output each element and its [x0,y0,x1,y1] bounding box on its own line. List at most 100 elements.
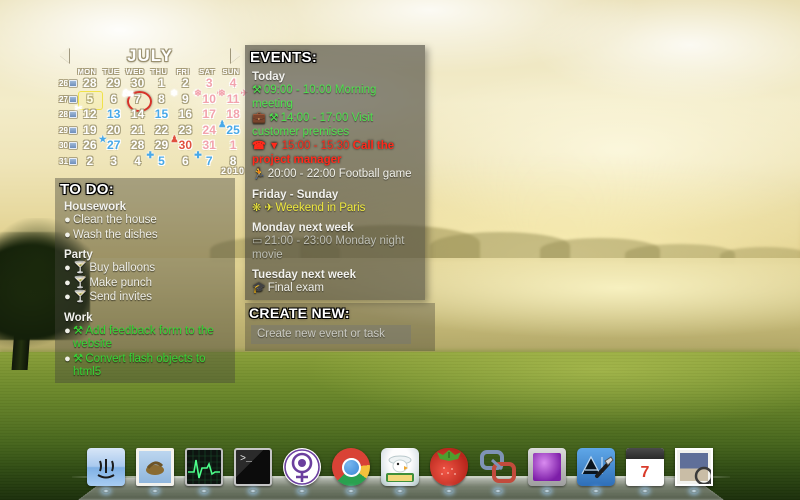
calendar-week-note-icon[interactable] [68,157,77,165]
calendar-week-number[interactable]: 31 [55,157,69,166]
dock-item-chicken-vnc[interactable] [380,446,420,493]
calendar-week-note-icon[interactable] [68,95,77,103]
dock-item-xcode[interactable] [576,446,616,493]
calendar-day-cell[interactable]: 21 [126,123,150,138]
calendar-day-cell[interactable]: 7 🏍 [123,88,152,112]
calendar-day-cell[interactable]: 11❄✈ [218,88,248,107]
event-item[interactable]: 🏃 20:00 - 22:00 Football game [252,168,418,182]
calendar-day-cell[interactable]: 28 [78,76,102,91]
todo-bullet-icon: ● [64,228,71,241]
calendar-day-number: 13 [107,107,121,122]
dock-running-indicator [396,489,404,493]
dock-item-display-preferences[interactable] [527,446,567,493]
calendar-day-cell[interactable]: 4 [126,154,150,169]
calendar-week-note-icon[interactable] [68,80,77,88]
calendar-day-number: 15 [154,107,169,122]
calendar-day-cell[interactable]: 30 ♟ [170,135,197,153]
calendar-day-number: 11 [226,91,240,106]
event-item[interactable]: 💼 ⚒ 14:00 - 17:00 Visit customer premises [252,112,418,139]
calendar-day-number: 29 [107,76,121,91]
calendar-week-row: 27 5 6 7🏍 8 9❄✈10❄✈11❄✈ [55,88,248,112]
calendar-day-cell[interactable]: 26 [78,138,102,153]
calendar-day-cell[interactable]: 10 ❄ ✈ [194,88,224,107]
calendar-day-cell[interactable]: 23 [173,123,197,138]
dock-item-ical[interactable]: 7 [625,446,665,493]
calendar-day-cell[interactable]: 29 [102,76,126,91]
todo-item[interactable]: ● ⚒ Add feedback form to the website [62,325,228,352]
dock-item-mail[interactable] [135,446,175,493]
calendar-day-cell[interactable]: 4 [221,76,245,91]
calendar-week-number[interactable]: 28 [55,110,69,119]
todo-item[interactable]: ● 🍸 Send invites [62,291,228,305]
calendar-day-cell[interactable]: 3 [102,154,126,169]
calendar-day-cell[interactable]: 6 [102,92,126,107]
calendar-day-cell[interactable]: 30 [126,76,150,91]
calendar-prev-month-arrow[interactable] [59,47,69,63]
calendar-day-cell[interactable]: 7 ✚ [194,150,221,169]
events-list: Today ⚒ 09:00 - 10:00 Morning meeting 💼 ⚒ 14… [252,71,418,296]
calendar-day-cell[interactable]: 13 [102,107,126,122]
dock-item-google-chrome[interactable] [331,446,371,493]
dock-item-activity-monitor[interactable] [184,446,224,493]
event-item[interactable]: ❋ ✈ Weekend in Paris [252,202,418,216]
calendar-day-cell[interactable]: 31 [197,138,221,153]
calendar-day-cell[interactable]: 5 ✚ [147,150,174,169]
calendar-day-cell[interactable]: 24 [197,123,221,138]
calendar-day-cell[interactable]: 16 [173,107,197,122]
calendar-day-cell[interactable]: 12 ✂ [75,104,102,122]
dock-item-preview-photo[interactable] [674,446,714,493]
calendar-week-number[interactable]: 27 [55,95,69,104]
calendar-day-cell[interactable]: 28 [126,138,150,153]
dock-item-finder[interactable] [86,446,126,493]
todo-category-icon: 🍸 [73,291,88,303]
calendar-day-cell[interactable]: 17 [197,107,221,122]
dock-item-terminal[interactable]: >_ [233,446,273,493]
todo-item[interactable]: ● Wash the dishes [62,229,228,243]
calendar-day-cell[interactable]: 8 [150,92,174,107]
event-item[interactable]: 🎓 Final exam [252,282,418,296]
calendar-day-number: 14 [130,107,145,122]
calendar-weekday-row: MON TUE WED THU FRI SAT SUN [55,67,245,76]
todo-item[interactable]: ● 🍸 Buy balloons [62,262,228,276]
calendar-day-cell[interactable]: 9 ❄ ✈ [170,88,200,107]
todo-item[interactable]: ● ⚒ Convert flash objects to html5 [62,353,228,380]
calendar-day-cell[interactable]: 25 ♟ [218,119,245,138]
dock-item-venus-app[interactable] [282,446,322,493]
calendar-day-cell[interactable]: 18 [221,107,245,122]
calendar-next-month-arrow[interactable] [231,47,241,63]
calendar-day-number: 7 [134,91,141,106]
calendar-day-cell[interactable]: 22 [150,123,174,138]
dock-running-indicator [298,489,306,493]
calendar-day-cell[interactable]: 19 [78,123,102,138]
calendar-day-cell[interactable]: 15 [150,107,174,122]
calendar-day-cell[interactable]: 2 [173,76,197,91]
calendar-day-cell[interactable]: 1 [221,138,245,153]
dock-item-strawberry-perl[interactable] [429,446,469,493]
dock-item-virtualbox[interactable] [478,446,518,493]
create-new-input[interactable] [251,325,411,344]
calendar-week-note-icon[interactable] [68,111,77,119]
calendar-day-cell[interactable]: 2 [78,154,102,169]
calendar-week-number[interactable]: 29 [55,126,69,135]
calendar-week-number[interactable]: 30 [55,141,69,150]
calendar-day-cell[interactable]: 27 ★ [99,135,126,153]
event-item[interactable]: ▭ 21:00 - 23:00 Monday night movie [252,235,418,262]
todo-item[interactable]: ● Clean the house [62,214,228,228]
calendar-day-cell[interactable]: 14 [126,107,150,122]
calendar-day-number: 3 [110,153,118,168]
calendar-day-cell[interactable]: 3 [197,76,221,91]
calendar-day-cell[interactable]: 20 [102,123,126,138]
calendar-day-number: 28 [83,76,97,91]
calendar-day-cell[interactable]: 6 [173,154,197,169]
calendar-week-number[interactable]: 26 [55,79,69,88]
calendar-day-cell[interactable]: 1 [150,76,174,91]
calendar-week-note-icon[interactable] [68,142,77,150]
calendar-day-cell[interactable]: 5 [77,90,103,110]
event-item[interactable]: ⚒ 09:00 - 10:00 Morning meeting [252,84,418,111]
event-item[interactable]: ☎ ▼ 15:00 - 15:30 Call the project manage… [252,140,418,167]
todo-item[interactable]: ● 🍸 Make punch [62,277,228,291]
calendar-day-cell[interactable]: 29 [150,138,174,153]
events-day-label: Monday next week [252,222,354,234]
calendar-week-note-icon[interactable] [68,126,77,134]
events-group: Monday next week ▭ 21:00 - 23:00 Monday ni… [252,222,418,262]
